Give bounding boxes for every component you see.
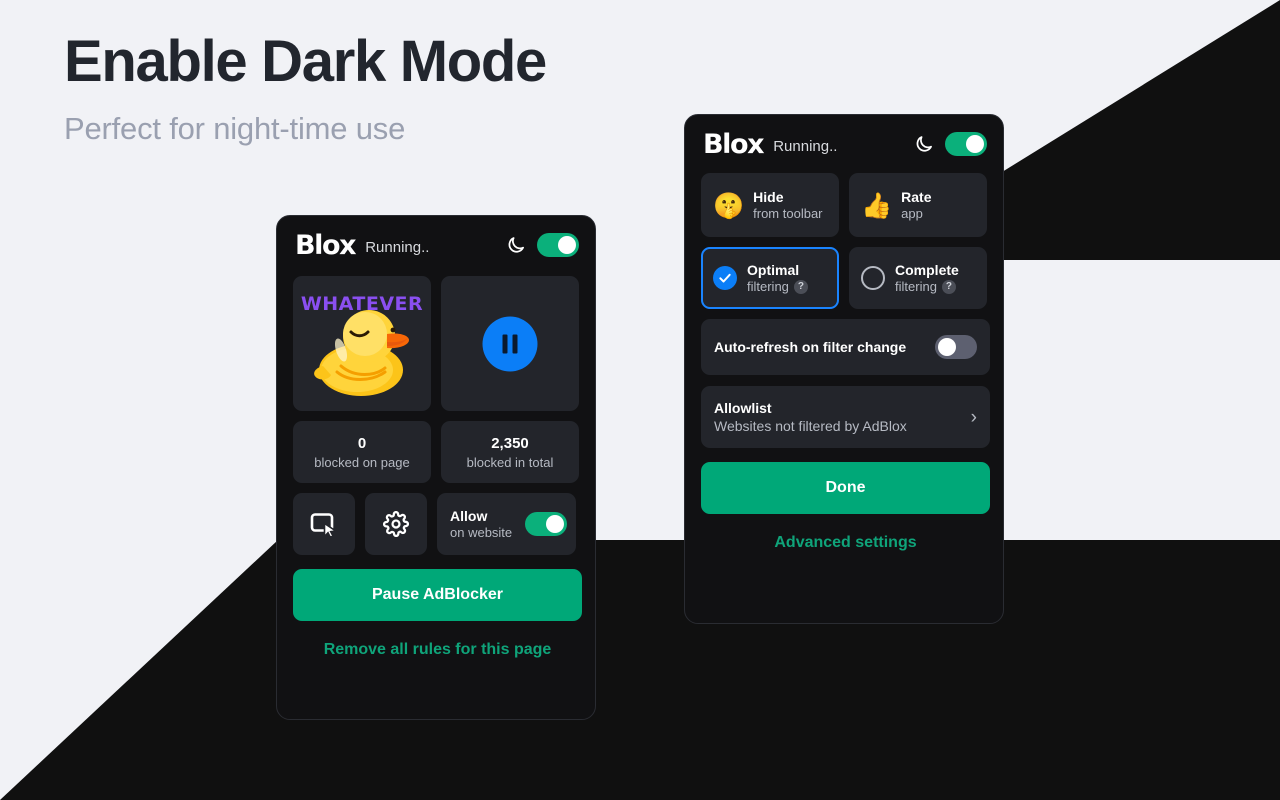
status-text: Running.. <box>773 138 838 155</box>
radio-checked-icon <box>713 266 737 290</box>
toggle-knob <box>546 515 564 533</box>
tile-subtitle-row: filtering ? <box>747 279 808 294</box>
tile-title: Optimal <box>747 262 800 278</box>
element-picker-icon <box>310 513 338 536</box>
tile-title: Hide <box>753 189 784 205</box>
tile-subtitle: app <box>901 206 923 221</box>
allow-on-website-tile[interactable]: Allow on website <box>437 493 576 555</box>
moon-icon <box>914 134 934 154</box>
popup-header: Blox Running.. <box>701 115 987 173</box>
tile-texts: Rate app <box>901 189 931 221</box>
allowlist-title: Allowlist <box>714 400 772 416</box>
stat-value: 2,350 <box>491 434 529 452</box>
tile-texts: Hide from toolbar <box>753 189 822 221</box>
action-row: Allow on website <box>293 493 579 555</box>
pause-icon <box>482 316 538 371</box>
dark-mode-toggle[interactable] <box>537 233 579 257</box>
stat-label: blocked on page <box>314 454 410 470</box>
allowlist-subtitle: Websites not filtered by AdBlox <box>714 418 907 434</box>
pause-tile[interactable] <box>441 276 579 411</box>
adblocker-settings-popup: Blox Running.. 🤫 Hide from toolbar 👍 Rat… <box>684 114 1004 624</box>
advanced-settings-link[interactable]: Advanced settings <box>701 534 990 552</box>
brand-logo: Blox <box>295 229 357 261</box>
tile-title: Complete <box>895 262 959 278</box>
tile-subtitle: from toolbar <box>753 206 823 221</box>
duck-sticker-icon <box>314 310 409 396</box>
allowlist-texts: Allowlist Websites not filtered by AdBlo… <box>714 400 907 434</box>
tile-texts: Optimal filtering ? <box>747 262 808 294</box>
stat-label: blocked in total <box>466 454 554 470</box>
tile-subtitle-row: filtering ? <box>895 279 959 294</box>
brand-logo: Blox <box>703 128 765 160</box>
moon-icon <box>506 235 526 255</box>
stat-blocked-on-page: 0 blocked on page <box>293 421 431 483</box>
bottom-left-triangle <box>0 540 1280 800</box>
header-controls <box>506 233 579 257</box>
allow-on-website-toggle[interactable] <box>525 512 567 536</box>
help-icon[interactable]: ? <box>793 279 808 294</box>
check-icon <box>719 273 731 283</box>
stats-row: 0 blocked on page 2,350 blocked in total <box>293 421 579 483</box>
filter-option-optimal[interactable]: Optimal filtering ? <box>701 247 840 309</box>
pause-bar-left <box>502 334 508 353</box>
done-button[interactable]: Done <box>701 462 990 514</box>
remove-all-rules-link[interactable]: Remove all rules for this page <box>293 641 582 659</box>
toggle-knob <box>558 236 576 254</box>
settings-button[interactable] <box>365 493 427 555</box>
tile-subtitle: filtering <box>747 279 789 294</box>
tile-title: Rate <box>901 189 932 205</box>
stat-value: 0 <box>357 434 367 452</box>
filter-option-complete[interactable]: Complete filtering ? <box>849 247 987 309</box>
sticker-tile[interactable]: WHATEVER <box>293 276 431 411</box>
auto-refresh-row[interactable]: Auto-refresh on filter change <box>701 319 990 375</box>
quick-actions-row: 🤫 Hide from toolbar 👍 Rate app <box>701 173 987 237</box>
page-subtitle: Perfect for night-time use <box>64 110 406 146</box>
pause-adblocker-button[interactable]: Pause AdBlocker <box>293 569 582 621</box>
allow-subtitle: on website <box>450 525 513 540</box>
allow-title: Allow <box>450 508 488 524</box>
auto-refresh-toggle[interactable] <box>935 335 977 359</box>
tile-texts: Complete filtering ? <box>895 262 959 294</box>
gear-icon <box>383 511 409 537</box>
radio-unchecked-icon <box>861 266 886 290</box>
toggle-knob <box>938 338 956 356</box>
status-text: Running.. <box>365 239 430 256</box>
element-picker-button[interactable] <box>293 493 355 555</box>
stat-blocked-in-total: 2,350 blocked in total <box>441 421 579 483</box>
promo-copy: Enable Dark Mode Perfect for night-time … <box>64 29 547 147</box>
allowlist-row[interactable]: Allowlist Websites not filtered by AdBlo… <box>701 386 990 448</box>
rate-app-tile[interactable]: 👍 Rate app <box>849 173 987 237</box>
toggle-knob <box>966 135 984 153</box>
tile-subtitle: filtering <box>895 279 937 294</box>
thumbs-up-emoji-icon: 👍 <box>861 190 893 220</box>
pause-bar-right <box>512 334 518 353</box>
page-title: Enable Dark Mode <box>64 29 547 94</box>
media-row: WHATEVER <box>293 276 579 411</box>
adblocker-main-popup: Blox Running.. WHATEVER 0 blocked on pag… <box>276 215 596 720</box>
dark-mode-toggle[interactable] <box>945 132 987 156</box>
filter-mode-row: Optimal filtering ? Complete filtering ? <box>701 247 987 309</box>
shush-face-emoji-icon: 🤫 <box>713 190 745 220</box>
allow-texts: Allow on website <box>450 508 512 540</box>
auto-refresh-label: Auto-refresh on filter change <box>714 339 907 355</box>
header-controls <box>914 132 987 156</box>
help-icon[interactable]: ? <box>941 279 956 294</box>
hide-from-toolbar-tile[interactable]: 🤫 Hide from toolbar <box>701 173 839 237</box>
chevron-right-icon: › <box>970 406 977 428</box>
popup-header: Blox Running.. <box>293 216 579 274</box>
